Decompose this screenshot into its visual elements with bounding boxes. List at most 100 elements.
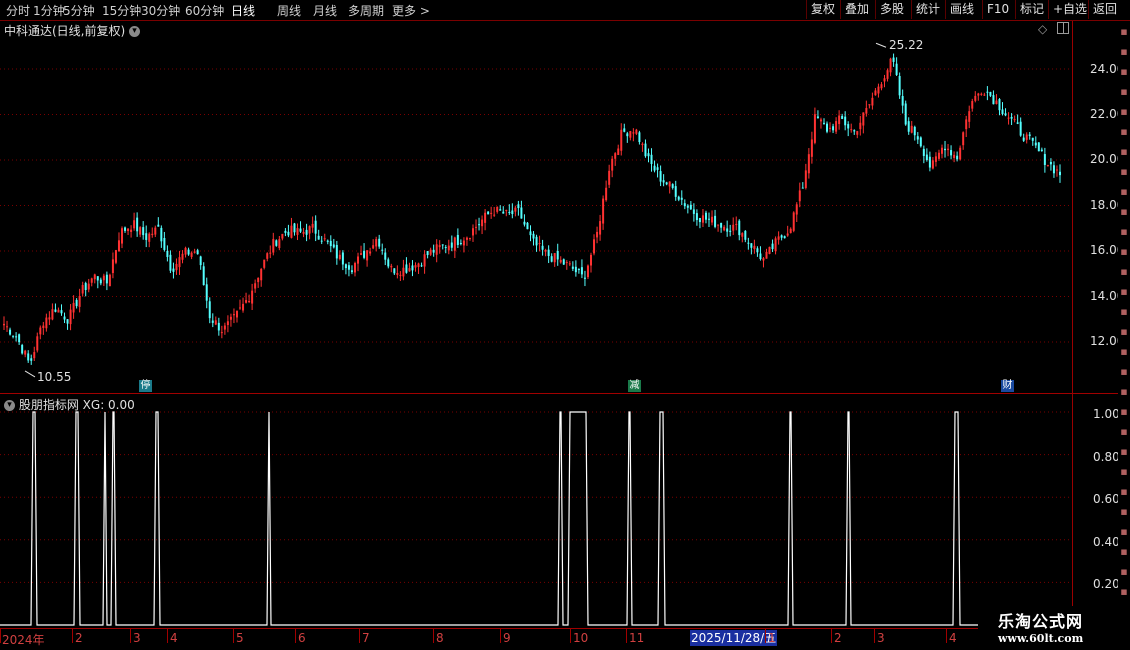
candle-body (1001, 109, 1004, 115)
side-panel-strip[interactable]: ▪▪▪▪▪▪▪▪▪▪▪▪▪▪▪▪▪▪▪▪▪▪▪▪▪▪▪▪▪▪ (1118, 21, 1130, 629)
period-tab-daily[interactable]: 日线 (231, 2, 255, 19)
candle-body (18, 334, 21, 343)
period-tab-weekly[interactable]: 周线 (277, 2, 301, 19)
indicator-tick-label: 0.20 (1093, 577, 1120, 591)
candle-body (786, 233, 789, 236)
candle-body (916, 136, 919, 140)
period-tab-intraday[interactable]: 分时 (6, 2, 30, 19)
date-label: 2024年 (2, 633, 45, 647)
period-tab-30min[interactable]: 30分钟 (141, 2, 180, 19)
candle-body (862, 112, 865, 126)
candle-body (24, 350, 27, 355)
candle-body (556, 250, 559, 260)
candle-body (934, 156, 937, 162)
period-tab-1min[interactable]: 1分钟 (33, 2, 65, 19)
date-label: 3 (133, 631, 141, 645)
candle-body (108, 274, 111, 287)
candle-body (54, 309, 57, 312)
candle-body (326, 240, 329, 242)
candle-body (9, 329, 12, 335)
candle-body (819, 119, 822, 122)
candle-body (96, 276, 99, 281)
event-marker-suspend[interactable]: 停 (139, 380, 152, 392)
candle-body (529, 231, 532, 236)
candle-body (780, 235, 783, 238)
side-strip-glyph: ▪ (1120, 25, 1128, 38)
candle-body (441, 244, 444, 246)
event-marker-finance[interactable]: 财 (1001, 380, 1014, 392)
candle-body (995, 100, 998, 105)
candle-body (302, 231, 305, 234)
candle-body (378, 238, 381, 247)
candle-body (883, 78, 886, 82)
side-strip-glyph: ▪ (1120, 65, 1128, 78)
side-strip-glyph: ▪ (1120, 225, 1128, 238)
period-tab-5min[interactable]: 5分钟 (63, 2, 95, 19)
add-watchlist-button[interactable]: +自选 (1048, 0, 1091, 19)
candle-body (904, 103, 907, 125)
candle-body (99, 279, 102, 284)
candle-body (759, 253, 762, 260)
candle-body (1046, 165, 1049, 167)
back-button[interactable]: 返回 (1088, 0, 1121, 19)
candle-body (133, 220, 136, 229)
candle-body (583, 277, 586, 279)
candlestick-chart[interactable] (0, 36, 1072, 393)
panel-layout-icon[interactable] (1057, 22, 1069, 34)
mark-button[interactable]: 标记 (1015, 0, 1048, 19)
period-tab-more[interactable]: 更多 > (392, 2, 430, 19)
candle-body (423, 254, 426, 267)
candle-body (66, 319, 69, 324)
statistics-button[interactable]: 统计 (911, 0, 944, 19)
candle-body (568, 263, 571, 265)
candle-body (674, 186, 677, 197)
event-marker-reduce[interactable]: 减 (628, 380, 641, 392)
signal-chart[interactable] (0, 394, 1072, 628)
candle-body (205, 284, 208, 301)
candle-body (574, 266, 577, 273)
candle-body (290, 225, 293, 238)
f10-button[interactable]: F10 (982, 0, 1013, 19)
overlay-button[interactable]: 叠加 (840, 0, 873, 19)
period-tab-15min[interactable]: 15分钟 (102, 2, 141, 19)
period-tab-60min[interactable]: 60分钟 (185, 2, 224, 19)
candle-body (347, 265, 350, 270)
candle-body (444, 247, 447, 249)
candle-body (3, 323, 5, 326)
candle-body (750, 243, 753, 248)
date-tick (433, 629, 434, 643)
candle-body (907, 121, 910, 132)
candle-body (550, 256, 553, 262)
draw-line-button[interactable]: 画线 (945, 0, 978, 19)
diamond-icon[interactable]: ◇ (1038, 22, 1047, 36)
low-price-annotation: 10.55 (37, 370, 72, 384)
candle-body (753, 245, 756, 250)
candle-body (426, 251, 429, 256)
date-label: 2 (834, 631, 842, 645)
candle-body (51, 309, 54, 320)
candle-body (762, 258, 765, 261)
adjust-button[interactable]: 复权 (806, 0, 839, 19)
candle-body (432, 249, 435, 253)
date-tick (831, 629, 832, 643)
candle-body (468, 237, 471, 239)
candle-body (151, 233, 154, 236)
side-strip-glyph: ▪ (1120, 265, 1128, 278)
side-strip-glyph: ▪ (1120, 565, 1128, 578)
side-strip-glyph: ▪ (1120, 385, 1128, 398)
candle-body (1004, 113, 1007, 116)
candle-body (105, 274, 108, 284)
period-tab-monthly[interactable]: 月线 (313, 2, 337, 19)
candle-body (928, 156, 931, 168)
side-strip-glyph: ▪ (1120, 105, 1128, 118)
multi-stock-button[interactable]: 多股 (875, 0, 908, 19)
period-tab-multi[interactable]: 多周期 (348, 2, 384, 19)
candle-body (360, 253, 363, 255)
candle-body (544, 249, 547, 252)
candle-body (662, 180, 665, 183)
candle-body (1037, 142, 1040, 152)
candle-body (865, 108, 868, 114)
candle-body (75, 299, 78, 307)
candle-body (139, 227, 142, 235)
candle-body (871, 97, 874, 106)
